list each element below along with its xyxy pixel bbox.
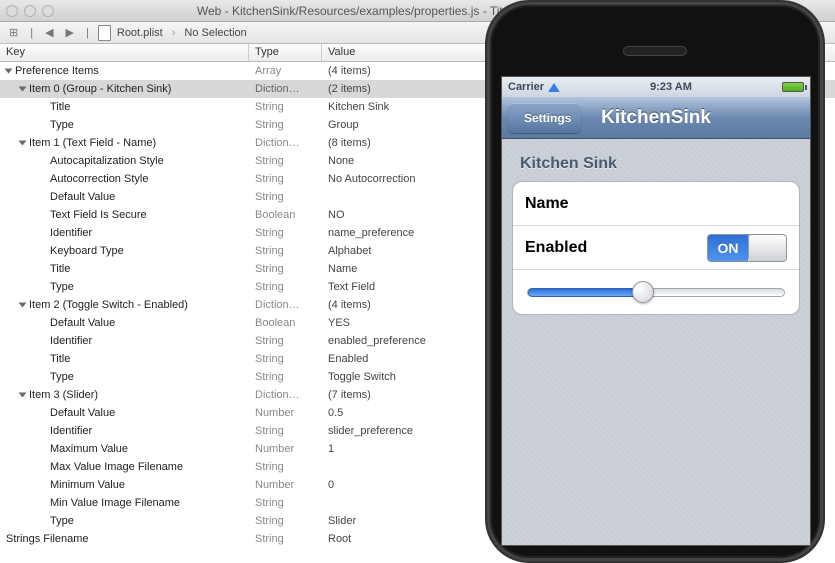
- row-type: String: [249, 155, 322, 167]
- row-type: String: [249, 461, 322, 473]
- disclosure-triangle-icon[interactable]: [19, 393, 27, 398]
- row-key: Item 2 (Toggle Switch - Enabled): [29, 299, 188, 311]
- row-key: Text Field Is Secure: [50, 209, 147, 221]
- row-type: Number: [249, 443, 322, 455]
- row-type: Diction…: [249, 83, 322, 95]
- disclosure-triangle-icon[interactable]: [19, 87, 27, 92]
- slider-fill: [528, 288, 643, 297]
- zoom-icon[interactable]: [42, 5, 54, 17]
- row-type: String: [249, 371, 322, 383]
- settings-group: Name Enabled ON: [512, 181, 800, 315]
- enabled-label: Enabled: [525, 239, 707, 257]
- row-type: String: [249, 173, 322, 185]
- row-key: Maximum Value: [50, 443, 128, 455]
- sep: |: [27, 27, 36, 39]
- enabled-cell: Enabled ON: [513, 226, 799, 270]
- row-key: Type: [50, 371, 74, 383]
- close-icon[interactable]: [6, 5, 18, 17]
- row-key: Autocorrection Style: [50, 173, 148, 185]
- row-type: String: [249, 101, 322, 113]
- chevron-right-icon: ›: [172, 27, 176, 39]
- row-key: Identifier: [50, 335, 92, 347]
- nav-bar: Settings KitchenSink: [502, 97, 810, 139]
- forward-icon[interactable]: ▶: [63, 26, 77, 39]
- row-key: Minimum Value: [50, 479, 125, 491]
- disclosure-triangle-icon[interactable]: [19, 303, 27, 308]
- row-key: Title: [50, 101, 70, 113]
- row-type: Diction…: [249, 137, 322, 149]
- row-key: Type: [50, 281, 74, 293]
- disclosure-triangle-icon[interactable]: [5, 69, 13, 74]
- document-icon: [98, 25, 111, 41]
- enabled-toggle[interactable]: ON: [707, 234, 787, 262]
- row-key: Keyboard Type: [50, 245, 124, 257]
- row-type: String: [249, 497, 322, 509]
- carrier-label: Carrier: [508, 81, 544, 93]
- slider-thumb[interactable]: [632, 281, 654, 303]
- row-key: Autocapitalization Style: [50, 155, 164, 167]
- column-key[interactable]: Key: [0, 44, 249, 61]
- row-type: Boolean: [249, 209, 322, 221]
- battery-icon: [782, 82, 804, 92]
- toggle-knob: [748, 235, 786, 261]
- back-button[interactable]: Settings: [508, 103, 581, 133]
- breadcrumb-file[interactable]: Root.plist: [117, 27, 163, 39]
- name-cell[interactable]: Name: [513, 182, 799, 226]
- traffic-lights: [6, 5, 54, 17]
- row-key: Preference Items: [15, 65, 99, 77]
- row-key: Identifier: [50, 425, 92, 437]
- row-type: String: [249, 245, 322, 257]
- toggle-on-label: ON: [708, 235, 748, 261]
- row-type: String: [249, 227, 322, 239]
- row-key: Title: [50, 263, 70, 275]
- name-label: Name: [525, 195, 787, 213]
- row-key: Type: [50, 515, 74, 527]
- iphone-screen: Carrier 9:23 AM Settings KitchenSink Kit…: [501, 76, 811, 546]
- row-key: Item 3 (Slider): [29, 389, 98, 401]
- status-bar: Carrier 9:23 AM: [502, 77, 810, 97]
- back-icon[interactable]: ◀: [42, 26, 56, 39]
- status-time: 9:23 AM: [650, 81, 692, 93]
- row-type: Number: [249, 407, 322, 419]
- row-key: Strings Filename: [6, 533, 89, 545]
- row-key: Default Value: [50, 407, 115, 419]
- row-key: Type: [50, 119, 74, 131]
- row-type: Boolean: [249, 317, 322, 329]
- row-key: Default Value: [50, 191, 115, 203]
- group-header: Kitchen Sink: [520, 155, 800, 173]
- settings-content: Kitchen Sink Name Enabled ON: [502, 139, 810, 546]
- sep: |: [83, 27, 92, 39]
- iphone-simulator: Carrier 9:23 AM Settings KitchenSink Kit…: [485, 0, 825, 563]
- row-type: String: [249, 281, 322, 293]
- minimize-icon[interactable]: [24, 5, 36, 17]
- row-key: Min Value Image Filename: [50, 497, 180, 509]
- row-type: Array: [249, 65, 322, 77]
- row-key: Max Value Image Filename: [50, 461, 183, 473]
- row-type: String: [249, 263, 322, 275]
- row-type: String: [249, 425, 322, 437]
- back-button-label: Settings: [524, 111, 571, 125]
- slider-cell: [513, 270, 799, 314]
- row-type: Diction…: [249, 389, 322, 401]
- row-key: Item 0 (Group - Kitchen Sink): [29, 83, 171, 95]
- slider[interactable]: [527, 288, 785, 297]
- row-type: String: [249, 353, 322, 365]
- breadcrumb-selection: No Selection: [184, 27, 246, 39]
- row-type: String: [249, 533, 322, 545]
- disclosure-triangle-icon[interactable]: [19, 141, 27, 146]
- row-type: String: [249, 191, 322, 203]
- column-type[interactable]: Type: [249, 44, 322, 61]
- wifi-icon: [548, 83, 560, 92]
- row-key: Item 1 (Text Field - Name): [29, 137, 156, 149]
- grid-icon[interactable]: ⊞: [6, 26, 21, 39]
- row-type: String: [249, 335, 322, 347]
- row-type: String: [249, 119, 322, 131]
- row-key: Title: [50, 353, 70, 365]
- row-type: Number: [249, 479, 322, 491]
- row-type: Diction…: [249, 299, 322, 311]
- speaker-icon: [623, 46, 687, 56]
- row-key: Identifier: [50, 227, 92, 239]
- row-type: String: [249, 515, 322, 527]
- row-key: Default Value: [50, 317, 115, 329]
